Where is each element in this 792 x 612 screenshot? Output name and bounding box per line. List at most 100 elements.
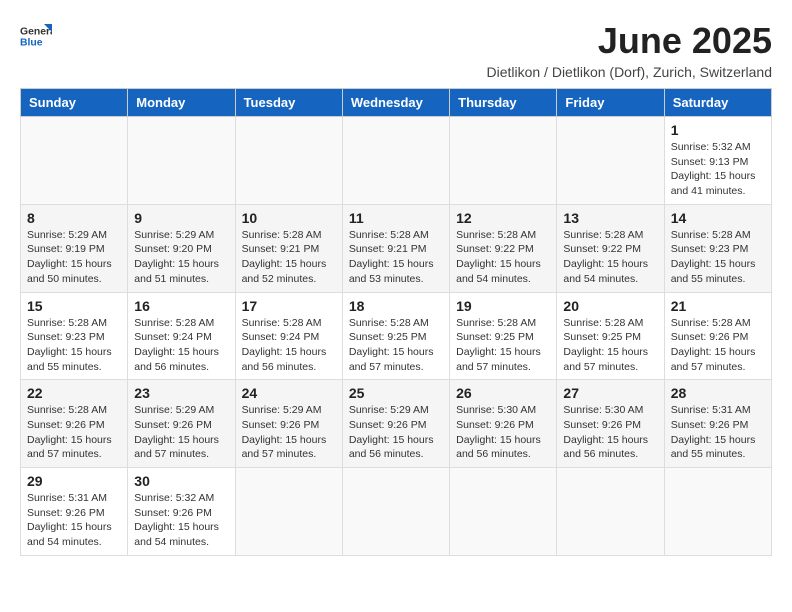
day-number: 18 bbox=[349, 298, 443, 314]
day-info: Sunrise: 5:28 AM Sunset: 9:25 PM Dayligh… bbox=[563, 316, 657, 375]
sunset-text: Sunset: 9:26 PM bbox=[671, 331, 749, 343]
daylight-text: Daylight: 15 hours and 55 minutes. bbox=[671, 434, 756, 461]
sunset-text: Sunset: 9:26 PM bbox=[671, 419, 749, 431]
table-row: 12 Sunrise: 5:28 AM Sunset: 9:22 PM Dayl… bbox=[450, 204, 557, 292]
table-row: 13 Sunrise: 5:28 AM Sunset: 9:22 PM Dayl… bbox=[557, 204, 664, 292]
table-row bbox=[450, 468, 557, 556]
sunrise-text: Sunrise: 5:31 AM bbox=[27, 492, 107, 504]
sunset-text: Sunset: 9:13 PM bbox=[671, 156, 749, 168]
daylight-text: Daylight: 15 hours and 57 minutes. bbox=[27, 434, 112, 461]
table-row: 10 Sunrise: 5:28 AM Sunset: 9:21 PM Dayl… bbox=[235, 204, 342, 292]
day-number: 22 bbox=[27, 385, 121, 401]
table-row bbox=[342, 117, 449, 205]
sunset-text: Sunset: 9:22 PM bbox=[563, 243, 641, 255]
day-info: Sunrise: 5:28 AM Sunset: 9:21 PM Dayligh… bbox=[242, 228, 336, 287]
day-number: 28 bbox=[671, 385, 765, 401]
logo: General Blue bbox=[20, 20, 52, 52]
table-row: 25 Sunrise: 5:29 AM Sunset: 9:26 PM Dayl… bbox=[342, 380, 449, 468]
day-number: 8 bbox=[27, 210, 121, 226]
calendar-header-row: Sunday Monday Tuesday Wednesday Thursday… bbox=[21, 89, 772, 117]
sunset-text: Sunset: 9:25 PM bbox=[456, 331, 534, 343]
day-info: Sunrise: 5:30 AM Sunset: 9:26 PM Dayligh… bbox=[563, 403, 657, 462]
table-row: 23 Sunrise: 5:29 AM Sunset: 9:26 PM Dayl… bbox=[128, 380, 235, 468]
table-row: 29 Sunrise: 5:31 AM Sunset: 9:26 PM Dayl… bbox=[21, 468, 128, 556]
table-row: 20 Sunrise: 5:28 AM Sunset: 9:25 PM Dayl… bbox=[557, 292, 664, 380]
sunrise-text: Sunrise: 5:28 AM bbox=[563, 229, 643, 241]
daylight-text: Daylight: 15 hours and 56 minutes. bbox=[349, 434, 434, 461]
daylight-text: Daylight: 15 hours and 57 minutes. bbox=[671, 346, 756, 373]
day-number: 27 bbox=[563, 385, 657, 401]
table-row: 14 Sunrise: 5:28 AM Sunset: 9:23 PM Dayl… bbox=[664, 204, 771, 292]
sunrise-text: Sunrise: 5:29 AM bbox=[242, 404, 322, 416]
daylight-text: Daylight: 15 hours and 52 minutes. bbox=[242, 258, 327, 285]
day-number: 14 bbox=[671, 210, 765, 226]
day-info: Sunrise: 5:28 AM Sunset: 9:22 PM Dayligh… bbox=[563, 228, 657, 287]
day-info: Sunrise: 5:32 AM Sunset: 9:13 PM Dayligh… bbox=[671, 140, 765, 199]
calendar-week-row: 8 Sunrise: 5:29 AM Sunset: 9:19 PM Dayli… bbox=[21, 204, 772, 292]
daylight-text: Daylight: 15 hours and 57 minutes. bbox=[242, 434, 327, 461]
sunrise-text: Sunrise: 5:28 AM bbox=[242, 317, 322, 329]
daylight-text: Daylight: 15 hours and 54 minutes. bbox=[27, 521, 112, 548]
sunrise-text: Sunrise: 5:28 AM bbox=[242, 229, 322, 241]
day-info: Sunrise: 5:28 AM Sunset: 9:23 PM Dayligh… bbox=[671, 228, 765, 287]
day-info: Sunrise: 5:28 AM Sunset: 9:25 PM Dayligh… bbox=[349, 316, 443, 375]
sunset-text: Sunset: 9:26 PM bbox=[27, 419, 105, 431]
table-row: 11 Sunrise: 5:28 AM Sunset: 9:21 PM Dayl… bbox=[342, 204, 449, 292]
table-row: 24 Sunrise: 5:29 AM Sunset: 9:26 PM Dayl… bbox=[235, 380, 342, 468]
col-sunday: Sunday bbox=[21, 89, 128, 117]
day-number: 25 bbox=[349, 385, 443, 401]
daylight-text: Daylight: 15 hours and 57 minutes. bbox=[563, 346, 648, 373]
sunrise-text: Sunrise: 5:29 AM bbox=[134, 229, 214, 241]
col-saturday: Saturday bbox=[664, 89, 771, 117]
sunrise-text: Sunrise: 5:32 AM bbox=[671, 141, 751, 153]
sunrise-text: Sunrise: 5:28 AM bbox=[563, 317, 643, 329]
logo-icon: General Blue bbox=[20, 20, 52, 52]
daylight-text: Daylight: 15 hours and 50 minutes. bbox=[27, 258, 112, 285]
day-info: Sunrise: 5:28 AM Sunset: 9:24 PM Dayligh… bbox=[242, 316, 336, 375]
calendar-week-row: 15 Sunrise: 5:28 AM Sunset: 9:23 PM Dayl… bbox=[21, 292, 772, 380]
table-row bbox=[557, 117, 664, 205]
daylight-text: Daylight: 15 hours and 54 minutes. bbox=[563, 258, 648, 285]
title-block: June 2025 Dietlikon / Dietlikon (Dorf), … bbox=[486, 20, 772, 80]
day-info: Sunrise: 5:29 AM Sunset: 9:26 PM Dayligh… bbox=[242, 403, 336, 462]
daylight-text: Daylight: 15 hours and 57 minutes. bbox=[349, 346, 434, 373]
table-row bbox=[450, 117, 557, 205]
day-number: 21 bbox=[671, 298, 765, 314]
day-number: 24 bbox=[242, 385, 336, 401]
sunrise-text: Sunrise: 5:31 AM bbox=[671, 404, 751, 416]
day-number: 19 bbox=[456, 298, 550, 314]
sunset-text: Sunset: 9:21 PM bbox=[242, 243, 320, 255]
day-number: 13 bbox=[563, 210, 657, 226]
day-number: 17 bbox=[242, 298, 336, 314]
day-number: 29 bbox=[27, 473, 121, 489]
calendar-table: Sunday Monday Tuesday Wednesday Thursday… bbox=[20, 88, 772, 556]
sunset-text: Sunset: 9:26 PM bbox=[27, 507, 105, 519]
sunrise-text: Sunrise: 5:28 AM bbox=[456, 229, 536, 241]
table-row: 9 Sunrise: 5:29 AM Sunset: 9:20 PM Dayli… bbox=[128, 204, 235, 292]
sunset-text: Sunset: 9:26 PM bbox=[134, 507, 212, 519]
daylight-text: Daylight: 15 hours and 57 minutes. bbox=[134, 434, 219, 461]
day-info: Sunrise: 5:28 AM Sunset: 9:26 PM Dayligh… bbox=[27, 403, 121, 462]
day-info: Sunrise: 5:29 AM Sunset: 9:26 PM Dayligh… bbox=[349, 403, 443, 462]
day-info: Sunrise: 5:31 AM Sunset: 9:26 PM Dayligh… bbox=[27, 491, 121, 550]
table-row bbox=[235, 468, 342, 556]
sunrise-text: Sunrise: 5:28 AM bbox=[671, 229, 751, 241]
sunset-text: Sunset: 9:26 PM bbox=[134, 419, 212, 431]
day-info: Sunrise: 5:31 AM Sunset: 9:26 PM Dayligh… bbox=[671, 403, 765, 462]
sunrise-text: Sunrise: 5:28 AM bbox=[349, 317, 429, 329]
daylight-text: Daylight: 15 hours and 56 minutes. bbox=[456, 434, 541, 461]
table-row: 18 Sunrise: 5:28 AM Sunset: 9:25 PM Dayl… bbox=[342, 292, 449, 380]
sunset-text: Sunset: 9:21 PM bbox=[349, 243, 427, 255]
col-friday: Friday bbox=[557, 89, 664, 117]
table-row: 8 Sunrise: 5:29 AM Sunset: 9:19 PM Dayli… bbox=[21, 204, 128, 292]
daylight-text: Daylight: 15 hours and 54 minutes. bbox=[456, 258, 541, 285]
table-row: 21 Sunrise: 5:28 AM Sunset: 9:26 PM Dayl… bbox=[664, 292, 771, 380]
table-row: 22 Sunrise: 5:28 AM Sunset: 9:26 PM Dayl… bbox=[21, 380, 128, 468]
col-thursday: Thursday bbox=[450, 89, 557, 117]
sunset-text: Sunset: 9:25 PM bbox=[349, 331, 427, 343]
day-info: Sunrise: 5:28 AM Sunset: 9:22 PM Dayligh… bbox=[456, 228, 550, 287]
day-info: Sunrise: 5:28 AM Sunset: 9:21 PM Dayligh… bbox=[349, 228, 443, 287]
day-info: Sunrise: 5:29 AM Sunset: 9:26 PM Dayligh… bbox=[134, 403, 228, 462]
daylight-text: Daylight: 15 hours and 57 minutes. bbox=[456, 346, 541, 373]
daylight-text: Daylight: 15 hours and 55 minutes. bbox=[27, 346, 112, 373]
